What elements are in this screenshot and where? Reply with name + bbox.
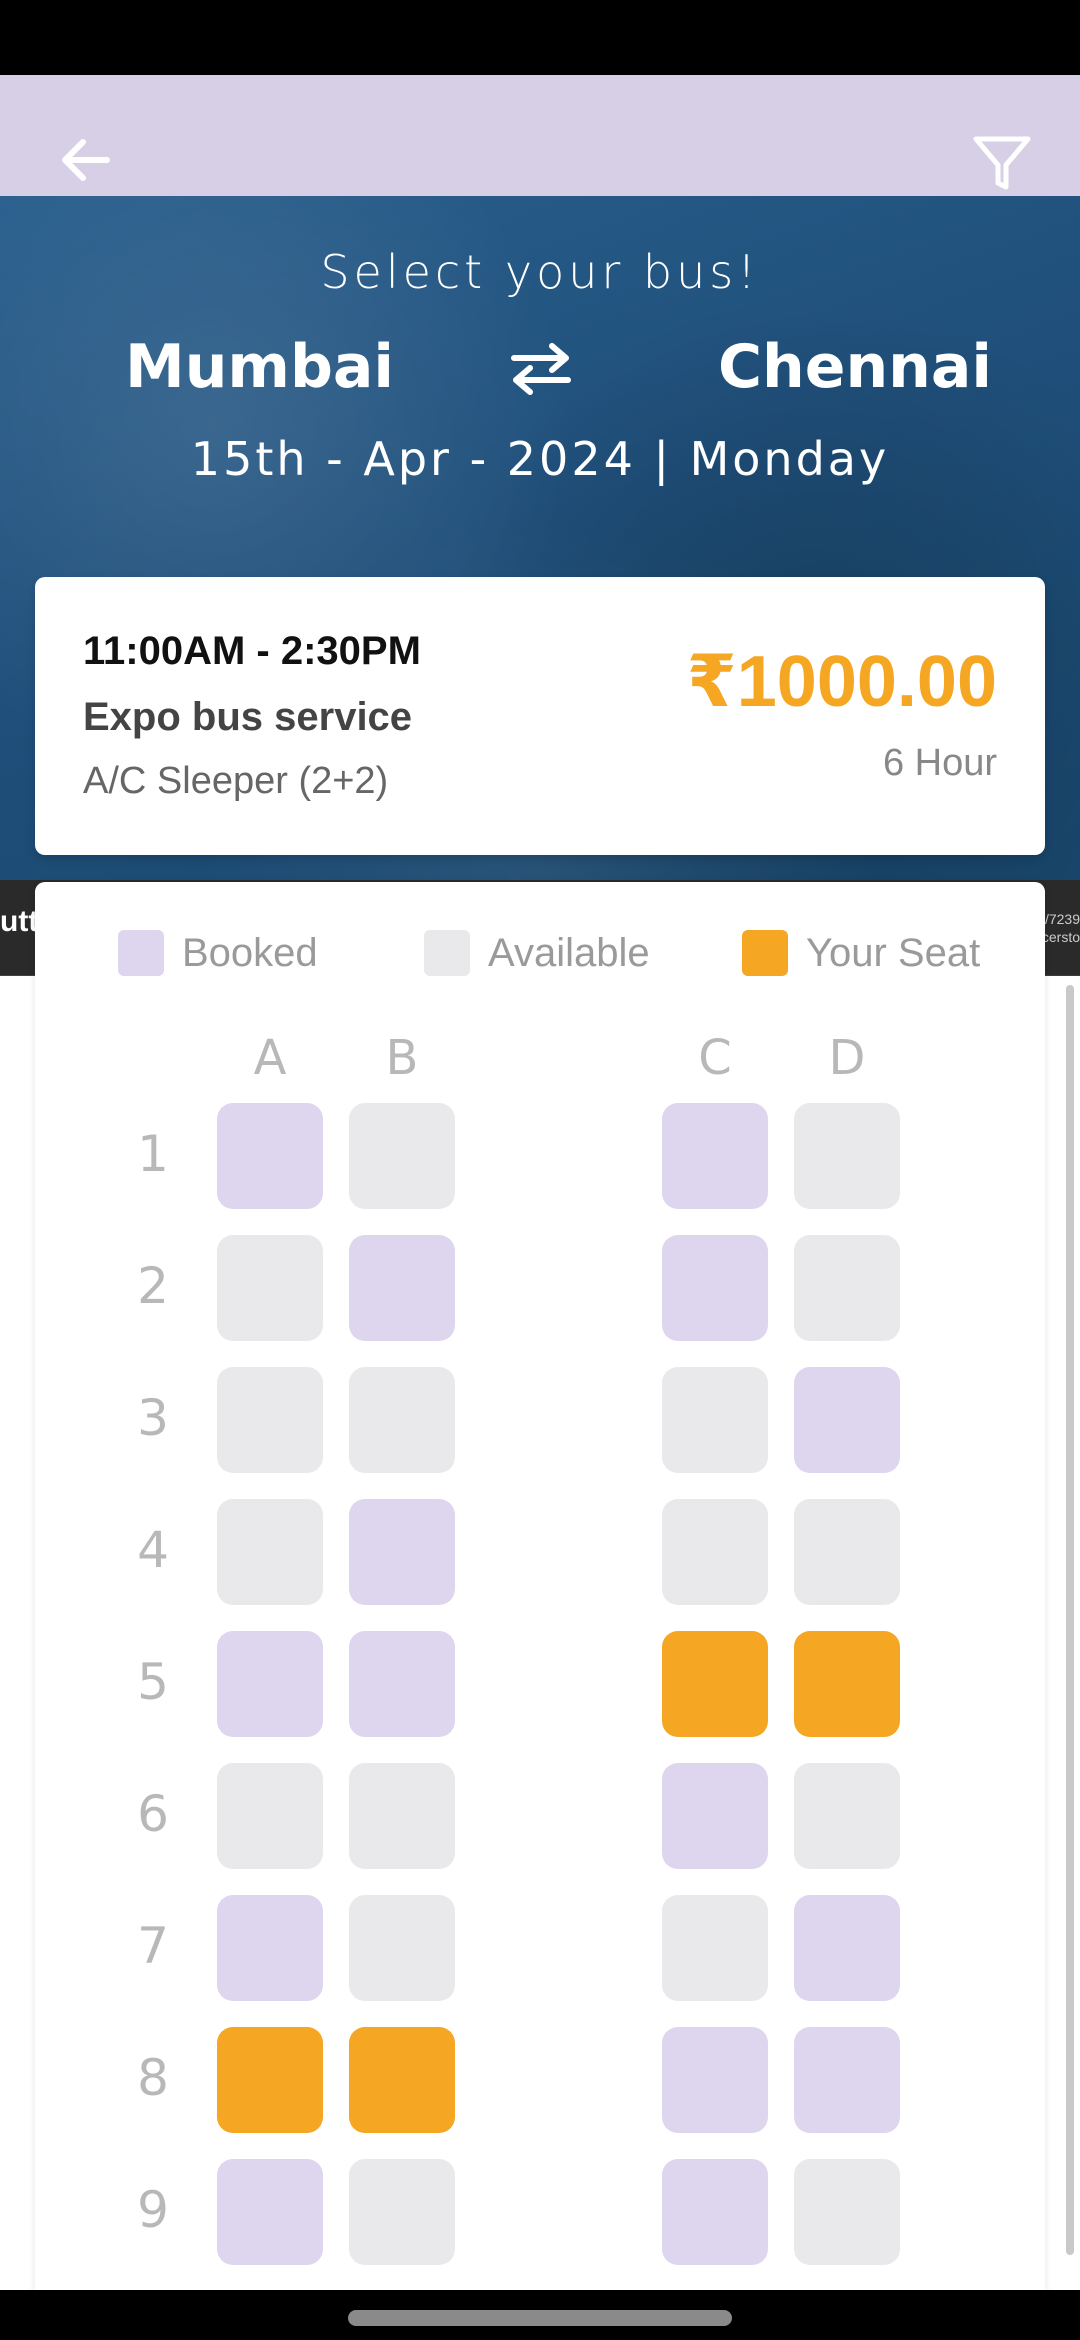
seat-8b[interactable] — [349, 2027, 455, 2133]
seat-9a[interactable] — [217, 2159, 323, 2265]
row-label-4: 4 — [137, 1521, 169, 1579]
column-label-d: D — [828, 1030, 866, 1086]
home-indicator[interactable] — [348, 2310, 732, 2326]
column-label-a: A — [253, 1030, 287, 1086]
row-label-9: 9 — [137, 2181, 169, 2239]
page-title: Select your bus! — [320, 245, 760, 299]
seat-6c[interactable] — [662, 1763, 768, 1869]
column-label-b: B — [385, 1030, 419, 1086]
seat-5a[interactable] — [217, 1631, 323, 1737]
seat-4d[interactable] — [794, 1499, 900, 1605]
seat-3a[interactable] — [217, 1367, 323, 1473]
seat-6d[interactable] — [794, 1763, 900, 1869]
arrow-left-icon — [62, 139, 110, 181]
seat-3c[interactable] — [662, 1367, 768, 1473]
seat-9b[interactable] — [349, 2159, 455, 2265]
row-label-8: 8 — [137, 2049, 169, 2107]
seat-4a[interactable] — [217, 1499, 323, 1605]
seat-4b[interactable] — [349, 1499, 455, 1605]
seat-8c[interactable] — [662, 2027, 768, 2133]
bus-card[interactable]: 11:00AM - 2:30PM Expo bus service A/C Sl… — [35, 577, 1045, 855]
seat-5d[interactable] — [794, 1631, 900, 1737]
row-label-1: 1 — [137, 1125, 169, 1183]
seat-2c[interactable] — [662, 1235, 768, 1341]
legend-your-seat: Your Seat — [742, 930, 980, 976]
seat-9d[interactable] — [794, 2159, 900, 2265]
seat-3d[interactable] — [794, 1367, 900, 1473]
origin-city: Mumbai — [125, 332, 394, 402]
seat-1b[interactable] — [349, 1103, 455, 1209]
seat-5c[interactable] — [662, 1631, 768, 1737]
row-label-5: 5 — [137, 1653, 169, 1711]
seat-6a[interactable] — [217, 1763, 323, 1869]
legend-your-seat-label: Your Seat — [806, 930, 981, 975]
travel-date: 15th - Apr - 2024 | Monday — [190, 432, 890, 486]
row-label-6: 6 — [137, 1785, 169, 1843]
seat-7d[interactable] — [794, 1895, 900, 2001]
destination-city: Chennai — [718, 332, 992, 402]
legend-booked: Booked — [118, 930, 318, 976]
seat-6b[interactable] — [349, 1763, 455, 1869]
scrollbar[interactable] — [1066, 985, 1074, 2255]
seat-2a[interactable] — [217, 1235, 323, 1341]
row-label-2: 2 — [137, 1257, 169, 1315]
seat-1a[interactable] — [217, 1103, 323, 1209]
legend-booked-label: Booked — [182, 930, 318, 975]
bus-time: 11:00AM - 2:30PM — [83, 629, 421, 673]
swap-arrows-icon[interactable] — [506, 340, 576, 396]
seat-1c[interactable] — [662, 1103, 768, 1209]
back-button[interactable] — [50, 125, 120, 195]
column-label-c: C — [698, 1030, 732, 1086]
bus-duration: 6 Hour — [882, 742, 997, 784]
row-label-7: 7 — [137, 1917, 169, 1975]
legend-booked-swatch — [118, 930, 164, 976]
seat-7a[interactable] — [217, 1895, 323, 2001]
seat-2d[interactable] — [794, 1235, 900, 1341]
seat-5b[interactable] — [349, 1631, 455, 1737]
seat-7b[interactable] — [349, 1895, 455, 2001]
bus-type: A/C Sleeper (2+2) — [83, 760, 389, 802]
status-bar — [0, 0, 1080, 75]
seat-2b[interactable] — [349, 1235, 455, 1341]
filter-icon — [973, 136, 1031, 190]
bus-price: ₹1000.00 — [686, 642, 997, 722]
seat-1d[interactable] — [794, 1103, 900, 1209]
legend-available-swatch — [424, 930, 470, 976]
seat-8a[interactable] — [217, 2027, 323, 2133]
seat-8d[interactable] — [794, 2027, 900, 2133]
seat-7c[interactable] — [662, 1895, 768, 2001]
seat-4c[interactable] — [662, 1499, 768, 1605]
legend-available: Available — [424, 930, 650, 976]
seat-3b[interactable] — [349, 1367, 455, 1473]
row-label-3: 3 — [137, 1389, 169, 1447]
filter-button[interactable] — [964, 125, 1040, 201]
legend-available-label: Available — [488, 930, 650, 975]
seat-9c[interactable] — [662, 2159, 768, 2265]
app-bar — [0, 75, 1080, 196]
seat-legend: Booked Available Your Seat — [0, 930, 1080, 990]
legend-your-seat-swatch — [742, 930, 788, 976]
background-strip-line-1: /7239 — [1044, 911, 1080, 927]
bus-operator-name: Expo bus service — [83, 695, 413, 739]
